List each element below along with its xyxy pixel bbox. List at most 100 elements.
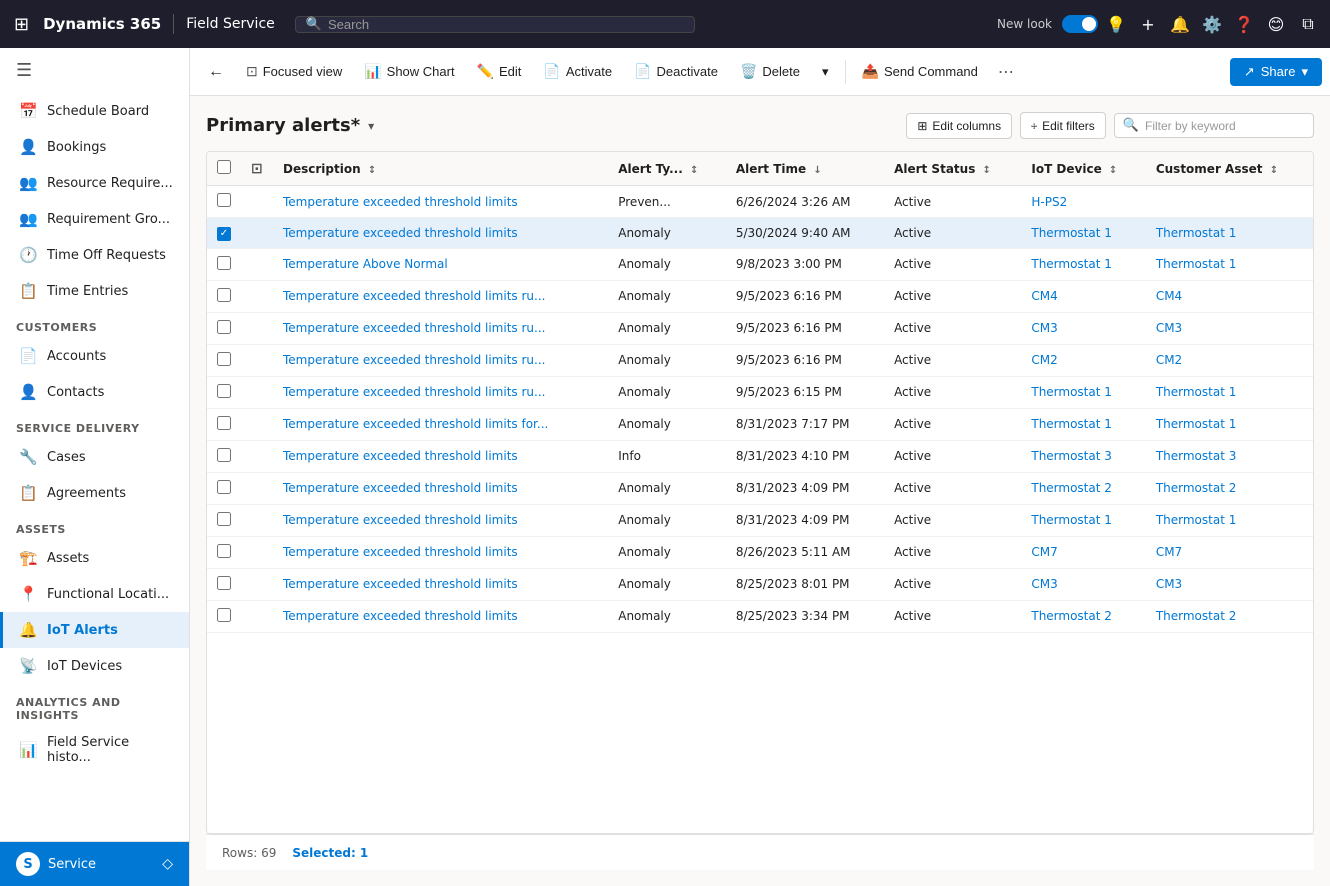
iot-device-link[interactable]: Thermostat 1 bbox=[1031, 417, 1112, 431]
select-all-checkbox[interactable] bbox=[217, 160, 231, 174]
sidebar-item-time-entries[interactable]: 📋 Time Entries bbox=[0, 273, 189, 309]
customer-asset-link[interactable]: Thermostat 2 bbox=[1156, 481, 1237, 495]
iot-device-link[interactable]: CM2 bbox=[1031, 353, 1057, 367]
plus-icon[interactable]: + bbox=[1134, 10, 1162, 38]
col-alert-type[interactable]: Alert Ty... ↕ bbox=[608, 152, 726, 186]
activate-button[interactable]: 📄 Activate bbox=[533, 57, 622, 86]
row-checkbox[interactable] bbox=[217, 480, 231, 494]
iot-device-link[interactable]: CM7 bbox=[1031, 545, 1057, 559]
deactivate-button[interactable]: 📄 Deactivate bbox=[624, 57, 728, 86]
row-checkbox[interactable] bbox=[217, 352, 231, 366]
row-checkbox[interactable] bbox=[217, 416, 231, 430]
delete-button[interactable]: 🗑️ Delete bbox=[730, 57, 810, 86]
edit-filters-button[interactable]: ⧾ Edit filters bbox=[1020, 112, 1106, 139]
iot-device-link[interactable]: H-PS2 bbox=[1031, 195, 1067, 209]
waffle-icon[interactable]: ⧉ bbox=[1294, 10, 1322, 38]
description-link[interactable]: Temperature exceeded threshold limits bbox=[283, 545, 518, 559]
sidebar-item-functional-locations[interactable]: 📍 Functional Locati... bbox=[0, 576, 189, 612]
row-checkbox[interactable] bbox=[217, 320, 231, 334]
table-row[interactable]: Temperature exceeded threshold limits ru… bbox=[207, 344, 1313, 376]
iot-device-link[interactable]: CM4 bbox=[1031, 289, 1057, 303]
more-options-button[interactable]: ⋯ bbox=[990, 56, 1022, 88]
sidebar-item-accounts[interactable]: 📄 Accounts bbox=[0, 338, 189, 374]
customer-asset-link[interactable]: Thermostat 2 bbox=[1156, 609, 1237, 623]
table-row[interactable]: Temperature exceeded threshold limits fo… bbox=[207, 408, 1313, 440]
sidebar-item-resource-require[interactable]: 👥 Resource Require... bbox=[0, 165, 189, 201]
grid-title-dropdown-icon[interactable]: ▾ bbox=[368, 119, 374, 133]
description-link[interactable]: Temperature exceeded threshold limits bbox=[283, 577, 518, 591]
description-link[interactable]: Temperature exceeded threshold limits ru… bbox=[283, 353, 545, 367]
select-all-header[interactable] bbox=[207, 152, 241, 186]
help-icon[interactable]: ❓ bbox=[1230, 10, 1258, 38]
row-checkbox[interactable] bbox=[217, 384, 231, 398]
focused-view-button[interactable]: ⊡ Focused view bbox=[236, 57, 352, 86]
description-link[interactable]: Temperature exceeded threshold limits bbox=[283, 481, 518, 495]
customer-asset-link[interactable]: Thermostat 1 bbox=[1156, 226, 1237, 240]
sidebar-footer-chevron[interactable]: ◇ bbox=[162, 856, 173, 872]
table-row[interactable]: Temperature exceeded threshold limitsAno… bbox=[207, 504, 1313, 536]
back-button[interactable]: ← bbox=[198, 57, 234, 87]
sidebar-item-bookings[interactable]: 👤 Bookings bbox=[0, 129, 189, 165]
settings-icon[interactable]: ⚙️ bbox=[1198, 10, 1226, 38]
description-link[interactable]: Temperature exceeded threshold limits bbox=[283, 513, 518, 527]
col-description[interactable]: Description ↕ bbox=[273, 152, 608, 186]
send-command-button[interactable]: 📤 Send Command bbox=[852, 57, 988, 86]
sidebar-item-assets[interactable]: 🏗️ Assets bbox=[0, 540, 189, 576]
row-checkbox[interactable] bbox=[217, 608, 231, 622]
description-link[interactable]: Temperature exceeded threshold limits bbox=[283, 609, 518, 623]
row-checkbox[interactable] bbox=[217, 256, 231, 270]
sidebar-item-cases[interactable]: 🔧 Cases bbox=[0, 439, 189, 475]
table-row[interactable]: Temperature exceeded threshold limitsAno… bbox=[207, 218, 1313, 249]
description-link[interactable]: Temperature exceeded threshold limits bbox=[283, 449, 518, 463]
lightbulb-icon[interactable]: 💡 bbox=[1102, 10, 1130, 38]
customer-asset-link[interactable]: Thermostat 1 bbox=[1156, 257, 1237, 271]
iot-device-link[interactable]: Thermostat 1 bbox=[1031, 226, 1112, 240]
customer-asset-link[interactable]: Thermostat 1 bbox=[1156, 417, 1237, 431]
customer-asset-link[interactable]: Thermostat 3 bbox=[1156, 449, 1237, 463]
col-customer-asset[interactable]: Customer Asset ↕ bbox=[1146, 152, 1313, 186]
description-link[interactable]: Temperature exceeded threshold limits ru… bbox=[283, 289, 545, 303]
row-checkbox[interactable] bbox=[217, 512, 231, 526]
table-row[interactable]: Temperature exceeded threshold limits ru… bbox=[207, 376, 1313, 408]
row-checkbox[interactable] bbox=[217, 288, 231, 302]
table-row[interactable]: Temperature exceeded threshold limitsAno… bbox=[207, 536, 1313, 568]
iot-device-link[interactable]: Thermostat 1 bbox=[1031, 513, 1112, 527]
toggle-switch[interactable] bbox=[1062, 15, 1098, 33]
iot-device-link[interactable]: Thermostat 1 bbox=[1031, 385, 1112, 399]
customer-asset-link[interactable]: Thermostat 1 bbox=[1156, 385, 1237, 399]
description-link[interactable]: Temperature exceeded threshold limits fo… bbox=[283, 417, 548, 431]
filter-input[interactable] bbox=[1145, 119, 1305, 133]
iot-device-link[interactable]: Thermostat 3 bbox=[1031, 449, 1112, 463]
grid-menu-icon[interactable]: ⊞ bbox=[8, 8, 35, 41]
description-link[interactable]: Temperature exceeded threshold limits bbox=[283, 226, 518, 240]
row-checkbox[interactable] bbox=[217, 448, 231, 462]
sidebar-hamburger[interactable]: ☰ bbox=[0, 48, 189, 93]
customer-asset-link[interactable]: CM2 bbox=[1156, 353, 1182, 367]
search-input[interactable] bbox=[328, 17, 684, 32]
sidebar-item-contacts[interactable]: 👤 Contacts bbox=[0, 374, 189, 410]
customer-asset-link[interactable]: CM3 bbox=[1156, 577, 1182, 591]
show-chart-button[interactable]: 📊 Show Chart bbox=[354, 57, 464, 86]
table-row[interactable]: Temperature Above NormalAnomaly9/8/2023 … bbox=[207, 248, 1313, 280]
row-checkbox[interactable] bbox=[217, 544, 231, 558]
more-dropdown-button[interactable]: ▾ bbox=[812, 58, 839, 86]
iot-device-link[interactable]: Thermostat 2 bbox=[1031, 481, 1112, 495]
row-checkbox[interactable] bbox=[217, 193, 231, 207]
table-row[interactable]: Temperature exceeded threshold limits ru… bbox=[207, 312, 1313, 344]
user-icon[interactable]: 😊 bbox=[1262, 10, 1290, 38]
table-row[interactable]: Temperature exceeded threshold limitsAno… bbox=[207, 600, 1313, 632]
customer-asset-link[interactable]: CM7 bbox=[1156, 545, 1182, 559]
row-checkbox[interactable] bbox=[217, 576, 231, 590]
edit-button[interactable]: ✏️ Edit bbox=[467, 57, 532, 86]
share-button[interactable]: ↗ Share ▾ bbox=[1230, 58, 1322, 86]
sidebar-item-iot-devices[interactable]: 📡 IoT Devices bbox=[0, 648, 189, 684]
sidebar-item-iot-alerts[interactable]: 🔔 IoT Alerts bbox=[0, 612, 189, 648]
iot-device-link[interactable]: Thermostat 1 bbox=[1031, 257, 1112, 271]
table-row[interactable]: Temperature exceeded threshold limitsAno… bbox=[207, 568, 1313, 600]
sidebar-item-field-service-history[interactable]: 📊 Field Service histo... bbox=[0, 726, 189, 774]
edit-columns-button[interactable]: ⊞ Edit columns bbox=[906, 113, 1012, 139]
sidebar-item-requirement-group[interactable]: 👥 Requirement Gro... bbox=[0, 201, 189, 237]
filter-by-keyword[interactable]: 🔍 bbox=[1114, 113, 1314, 138]
description-link[interactable]: Temperature exceeded threshold limits ru… bbox=[283, 385, 545, 399]
col-alert-status[interactable]: Alert Status ↕ bbox=[884, 152, 1021, 186]
